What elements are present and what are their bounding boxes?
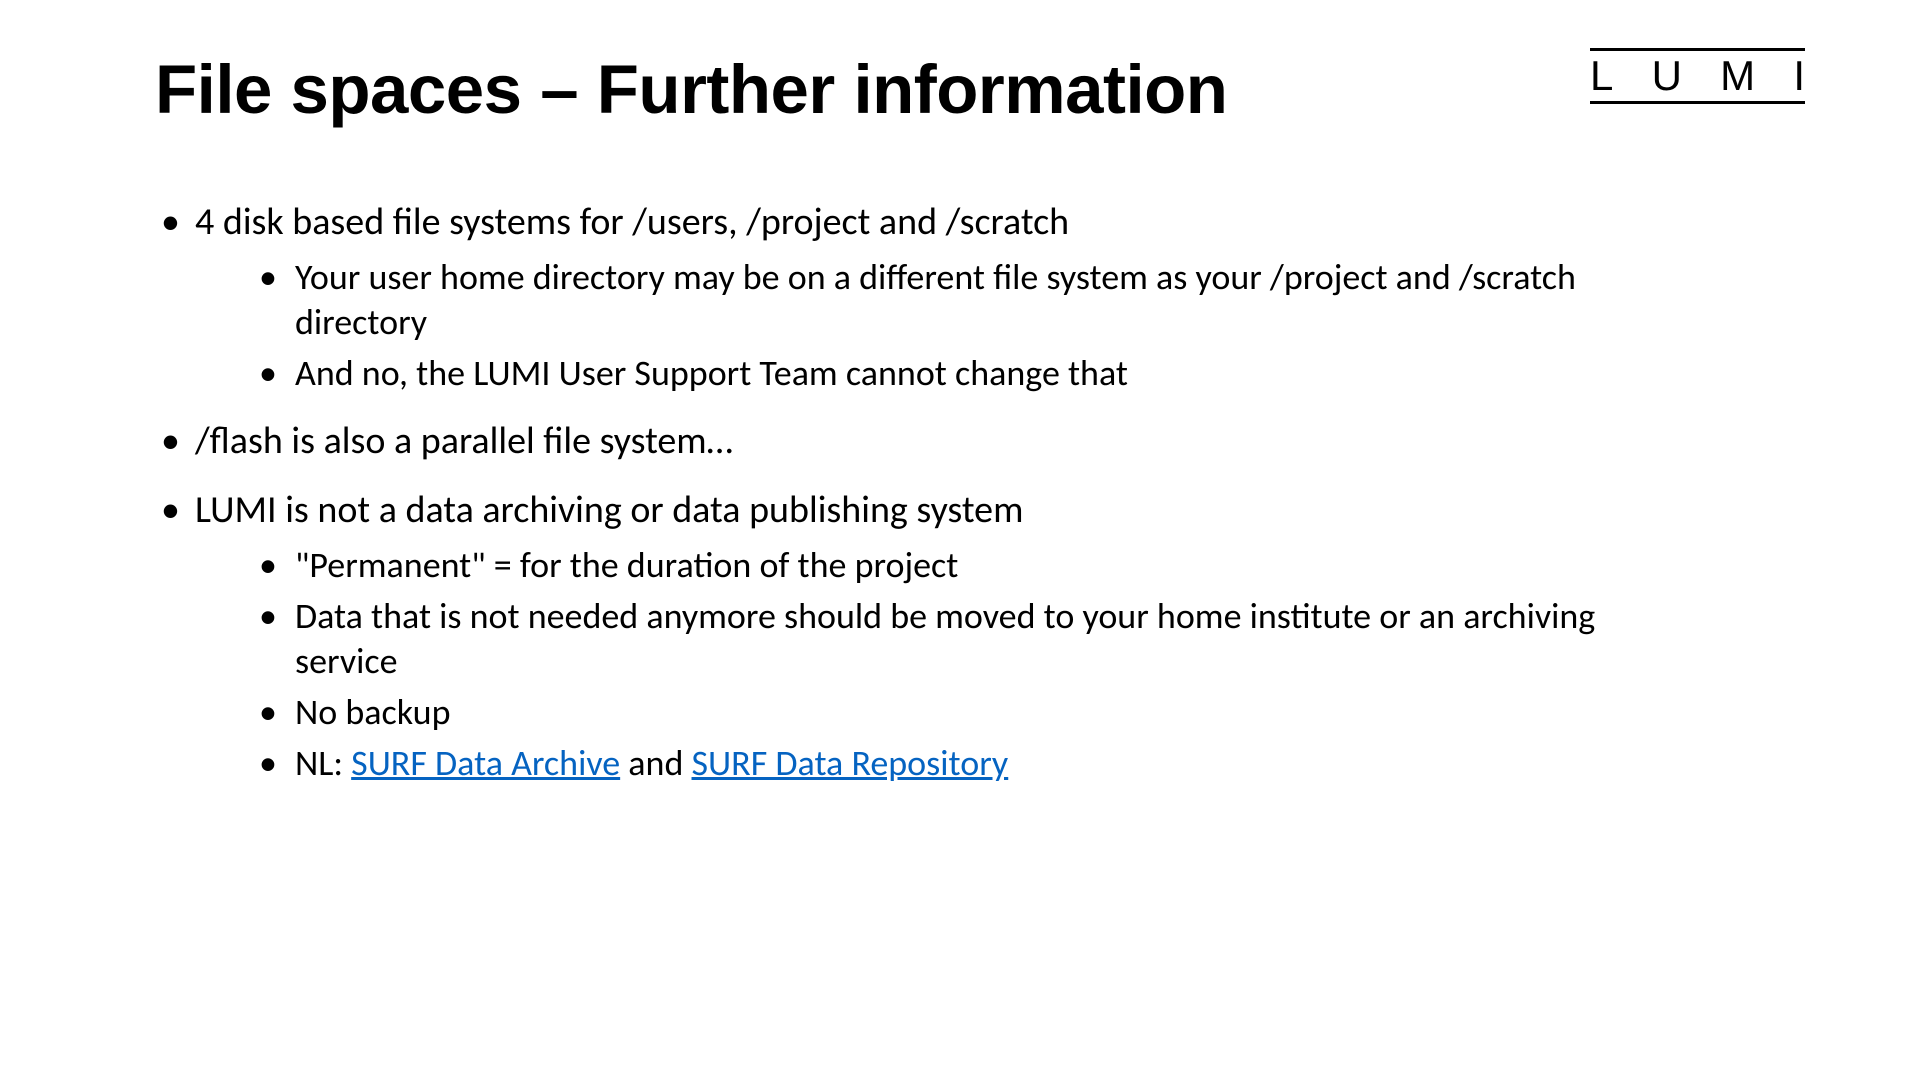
- bullet-list: 4 disk based file systems for /users, /p…: [155, 199, 1765, 786]
- bullet-1-sublist: Your user home directory may be on a dif…: [195, 255, 1765, 396]
- bullet-1-sub-1: Your user home directory may be on a dif…: [195, 255, 1695, 345]
- bullet-1-text: 4 disk based file systems for /users, /p…: [195, 199, 1069, 245]
- bullet-1-sub-2: And no, the LUMI User Support Team canno…: [195, 351, 1695, 396]
- bullet-3-sub-3: No backup: [195, 690, 1695, 735]
- bullet-3-sub-1: "Permanent" = for the duration of the pr…: [195, 543, 1695, 588]
- slide-title: File spaces – Further information: [155, 50, 1765, 129]
- bullet-3-text: LUMI is not a data archiving or data pub…: [195, 487, 1023, 533]
- lumi-logo: L U M I: [1590, 48, 1805, 108]
- nl-prefix: NL:: [295, 741, 351, 785]
- bullet-2-text: /flash is also a parallel file system…: [195, 418, 733, 464]
- slide: L U M I File spaces – Further informatio…: [0, 0, 1920, 1080]
- logo-letter-l: L: [1590, 55, 1613, 97]
- logo-letter-u: U: [1652, 55, 1682, 97]
- bullet-3-sublist: "Permanent" = for the duration of the pr…: [195, 543, 1765, 786]
- nl-mid: and: [620, 741, 691, 785]
- bullet-3-sub-4: NL: SURF Data Archive and SURF Data Repo…: [195, 741, 1695, 786]
- logo-letter-i: I: [1793, 55, 1805, 97]
- bullet-2: /flash is also a parallel file system…: [155, 418, 1765, 466]
- surf-data-repository-link[interactable]: SURF Data Repository: [692, 741, 1009, 785]
- lumi-logo-text: L U M I: [1590, 48, 1805, 104]
- bullet-3-sub-2: Data that is not needed anymore should b…: [195, 594, 1695, 684]
- bullet-3: LUMI is not a data archiving or data pub…: [155, 487, 1765, 786]
- surf-data-archive-link[interactable]: SURF Data Archive: [351, 741, 620, 785]
- logo-letter-m: M: [1720, 55, 1755, 97]
- bullet-1: 4 disk based file systems for /users, /p…: [155, 199, 1765, 396]
